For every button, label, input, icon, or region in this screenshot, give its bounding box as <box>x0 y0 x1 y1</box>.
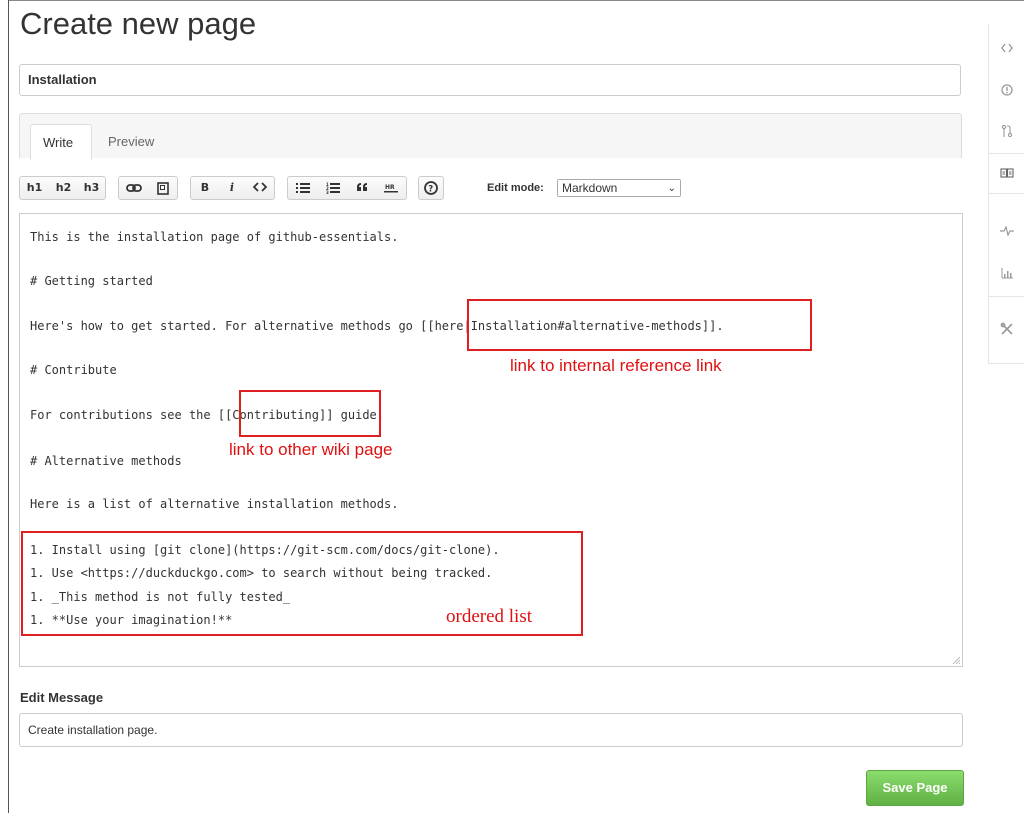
editor-line: Here is a list of alternative installati… <box>30 497 399 511</box>
wiki-link-annotation-box <box>239 390 381 437</box>
code-button[interactable] <box>245 177 274 199</box>
edit-mode-select[interactable]: Markdown ⌄ <box>557 179 681 197</box>
editor-line: This is the installation page of github-… <box>30 230 399 244</box>
heading-button-group: h1 h2 h3 <box>19 176 106 200</box>
markdown-toolbar: h1 h2 h3 B i 123 HR ? Edit mode: Markdow… <box>19 174 962 204</box>
wiki-link-annotation: link to other wiki page <box>229 440 393 459</box>
side-nav-code[interactable] <box>989 33 1024 63</box>
unordered-list-button[interactable] <box>288 177 318 199</box>
format-button-group: B i <box>190 176 275 200</box>
insert-button-group <box>118 176 178 200</box>
internal-link-annotation-box <box>467 299 812 351</box>
horizontal-rule-icon: HR <box>384 184 398 193</box>
side-nav-divider <box>989 153 1024 154</box>
resize-grip-icon[interactable] <box>952 656 960 664</box>
bold-button[interactable]: B <box>191 177 219 199</box>
tab-write[interactable]: Write <box>30 124 92 160</box>
help-button-group: ? <box>418 176 444 200</box>
window-left-border <box>8 0 9 813</box>
svg-text:?: ? <box>428 184 433 194</box>
ordered-list-icon: 123 <box>326 182 340 194</box>
edit-message-value: Create installation page. <box>28 723 158 737</box>
page-title: Create new page <box>20 6 257 41</box>
page-title-input[interactable]: Installation <box>19 64 961 96</box>
code-icon <box>252 182 267 192</box>
graphs-icon <box>1001 268 1013 279</box>
editor-tab-bar: Write Preview <box>19 113 962 160</box>
internal-link-annotation: link to internal reference link <box>510 356 722 375</box>
pull-request-icon <box>1001 124 1013 138</box>
editor-line: # Alternative methods <box>30 454 182 468</box>
link-icon <box>126 184 142 192</box>
save-page-button[interactable]: Save Page <box>866 770 964 806</box>
h2-button[interactable]: h2 <box>49 177 78 199</box>
unordered-list-icon <box>296 183 310 193</box>
side-nav-settings[interactable] <box>989 314 1024 344</box>
chevron-down-icon: ⌄ <box>667 183 676 194</box>
pulse-icon <box>1000 226 1014 236</box>
ordered-list-button[interactable]: 123 <box>318 177 348 199</box>
side-nav-pulse[interactable] <box>989 216 1024 246</box>
editor-line: # Contribute <box>30 363 117 377</box>
code-icon <box>1001 43 1013 53</box>
help-icon: ? <box>424 181 438 195</box>
help-button[interactable]: ? <box>419 177 443 199</box>
link-button[interactable] <box>119 177 149 199</box>
edit-mode-value: Markdown <box>562 181 618 195</box>
tab-preview[interactable]: Preview <box>96 124 166 160</box>
italic-button[interactable]: i <box>219 177 245 199</box>
editor-line: # Getting started <box>30 274 153 288</box>
blockquote-icon <box>357 183 367 191</box>
h3-button[interactable]: h3 <box>78 177 105 199</box>
blockquote-button[interactable] <box>348 177 376 199</box>
h1-button[interactable]: h1 <box>20 177 49 199</box>
block-button-group: 123 HR <box>287 176 407 200</box>
ordered-list-annotation: ordered list <box>446 606 533 627</box>
side-nav-issues[interactable] <box>989 75 1024 105</box>
image-icon <box>157 182 169 195</box>
side-nav-graphs[interactable] <box>989 258 1024 288</box>
window-top-border <box>8 0 1024 1</box>
side-nav-divider <box>989 296 1024 297</box>
horizontal-rule-button[interactable]: HR <box>376 177 406 199</box>
side-nav-wiki[interactable] <box>989 158 1024 188</box>
image-button[interactable] <box>149 177 177 199</box>
svg-text:3: 3 <box>326 190 329 194</box>
edit-message-label: Edit Message <box>20 690 104 705</box>
wiki-icon <box>1000 168 1014 178</box>
side-nav-pull-requests[interactable] <box>989 116 1024 146</box>
edit-mode-label: Edit mode: <box>487 182 544 194</box>
repo-side-nav <box>988 24 1024 364</box>
side-nav-divider <box>989 193 1024 194</box>
edit-message-input[interactable]: Create installation page. <box>19 713 963 747</box>
side-nav-divider <box>989 363 1024 364</box>
svg-text:HR: HR <box>385 184 395 191</box>
issues-icon <box>1001 84 1013 96</box>
page-title-input-value: Installation <box>28 72 97 87</box>
settings-icon <box>1000 322 1013 335</box>
